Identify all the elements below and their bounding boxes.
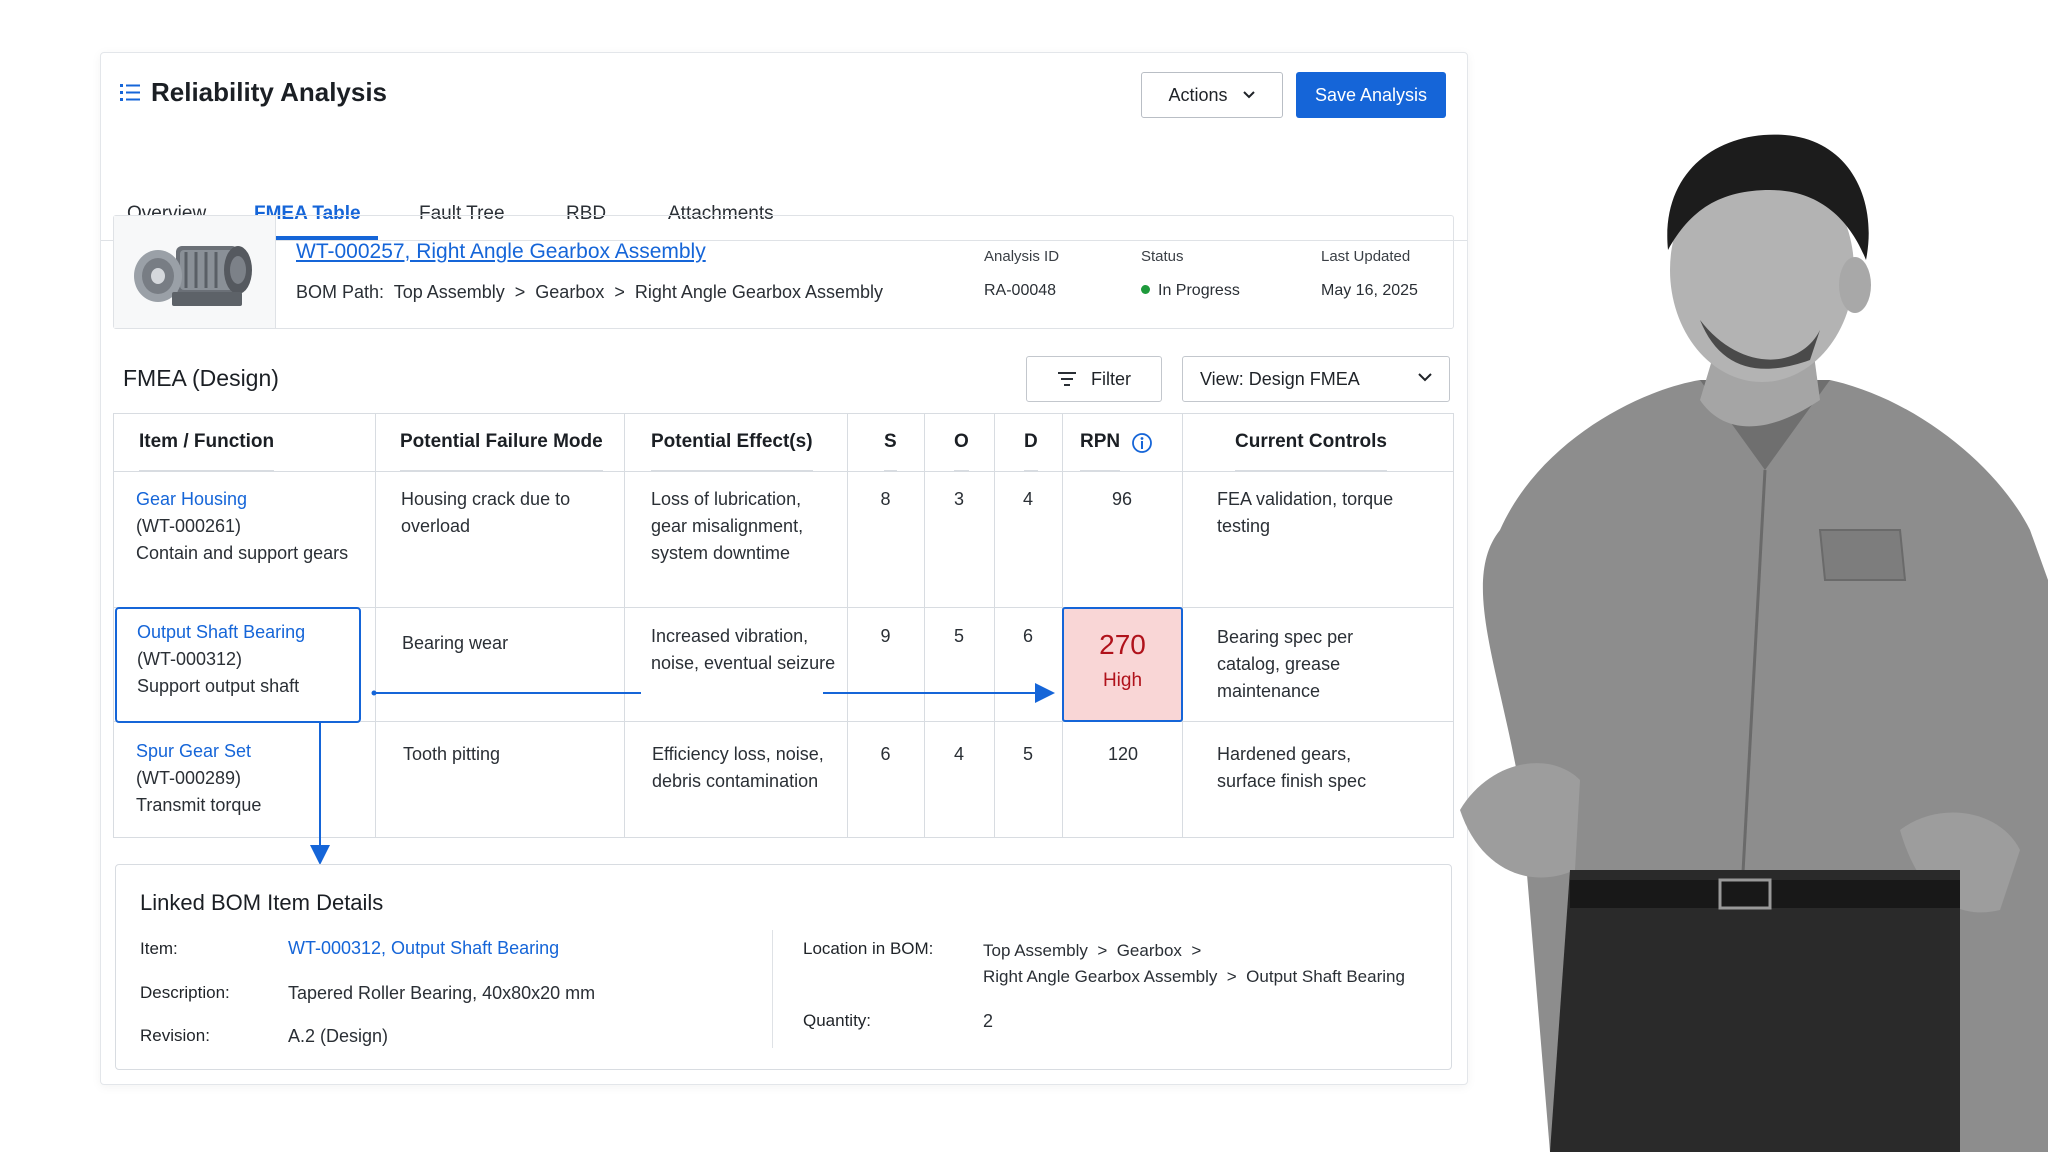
revision-value: A.2 (Design) <box>288 1026 389 1046</box>
description-value: Tapered Roller Bearing, 40x80x20 mm <box>288 983 596 1003</box>
location-line-2: Right Angle Gearbox Assembly > Output Sh… <box>983 967 1405 986</box>
reliability-analysis-panel: Reliability Analysis Actions Save Analys… <box>100 52 1468 1085</box>
quantity-label: Quantity: <box>803 1011 872 1030</box>
details-title: Linked BOM Item Details <box>140 890 384 915</box>
location-label: Location in BOM: <box>803 939 934 958</box>
item-link[interactable]: WT-000312, Output Shaft Bearing <box>288 938 559 959</box>
revision-label: Revision: <box>140 1026 210 1045</box>
quantity-value: 2 <box>983 1011 994 1031</box>
description-label: Description: <box>140 983 230 1002</box>
item-label: Item: <box>140 939 178 958</box>
person-photo <box>1460 134 2048 1152</box>
linked-bom-item-details: Linked BOM Item Details Item: WT-000312,… <box>115 864 1452 1070</box>
details-divider <box>772 930 773 1048</box>
location-line-1: Top Assembly > Gearbox > <box>983 941 1202 960</box>
